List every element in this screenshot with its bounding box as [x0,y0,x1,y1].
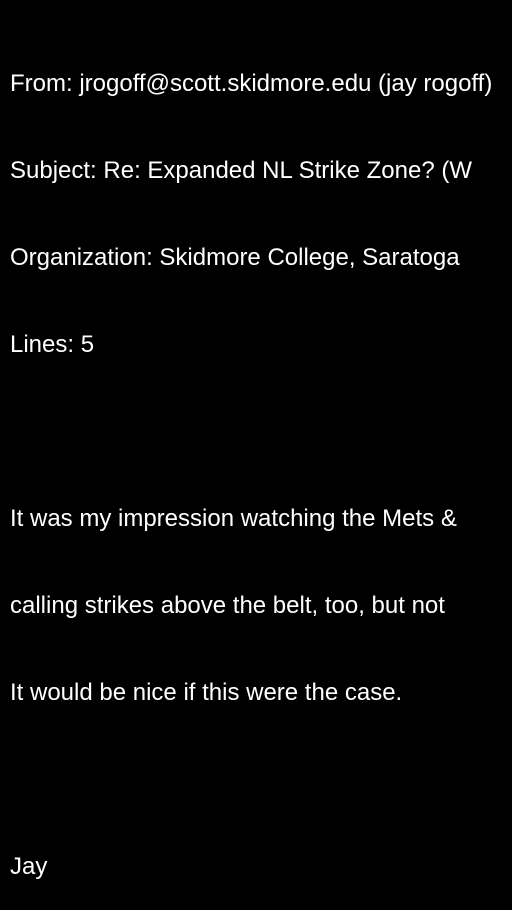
signature: Jay [10,853,48,880]
body-line-2: calling strikes above the belt, too, but… [10,592,445,619]
lines-header: Lines: 5 [10,331,95,358]
organization-header: Organization: Skidmore College, Saratoga [10,244,460,271]
subject-header: Subject: Re: Expanded NL Strike Zone? (W [10,157,472,184]
from-header: From: jrogoff@scott.skidmore.edu (jay ro… [10,70,493,97]
email-document: From: jrogoff@scott.skidmore.edu (jay ro… [10,11,512,910]
body-line-1: It was my impression watching the Mets & [10,505,457,532]
body-line-3: It would be nice if this were the case. [10,679,403,706]
